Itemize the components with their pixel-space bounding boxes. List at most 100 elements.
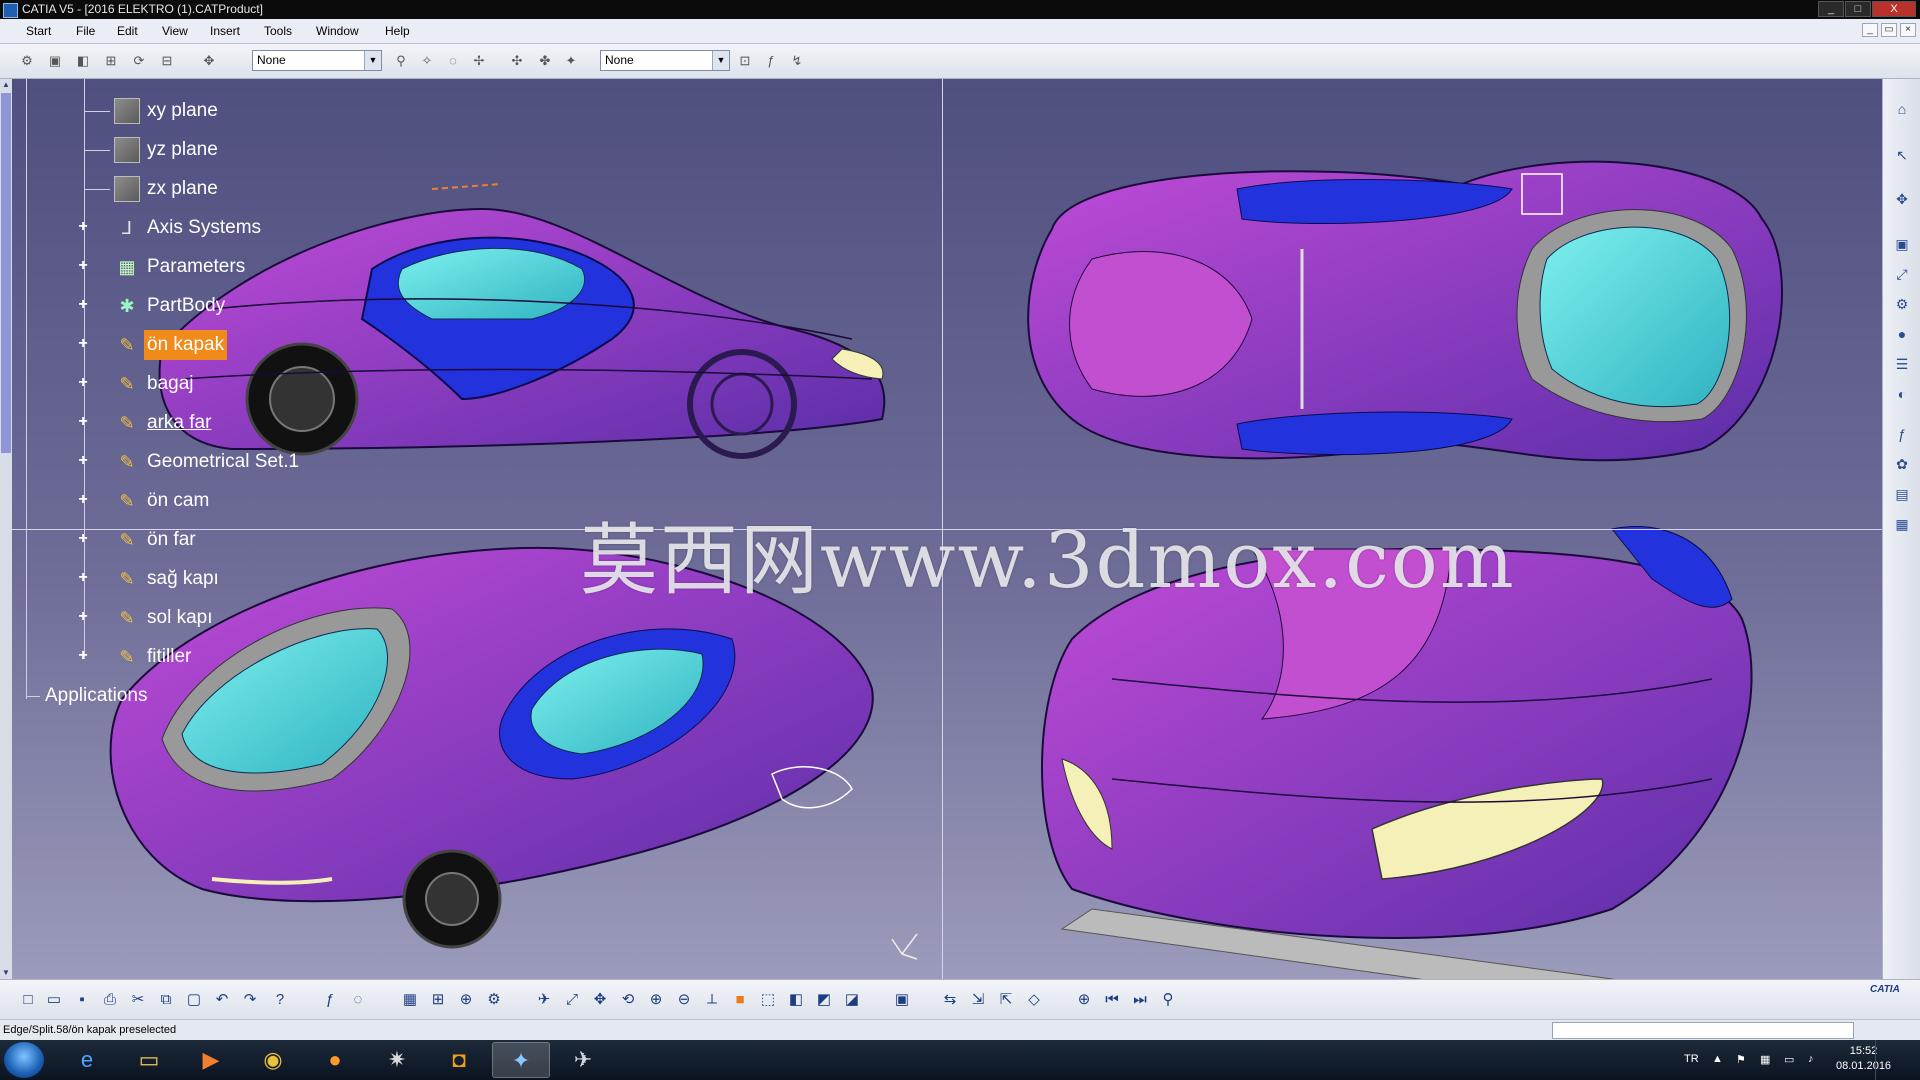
- comment-icon[interactable]: ◌: [348, 990, 368, 1010]
- catia-taskbar-icon[interactable]: ✦: [492, 1042, 550, 1078]
- outlook-icon[interactable]: ◘: [430, 1042, 488, 1078]
- language-indicator[interactable]: TR: [1684, 1053, 1699, 1065]
- copy-icon[interactable]: ⧉: [156, 990, 176, 1010]
- analysis-icon[interactable]: ✧: [418, 52, 436, 70]
- iso-view-icon[interactable]: ⬚: [758, 990, 778, 1010]
- multi-view-icon[interactable]: ■: [730, 990, 750, 1010]
- hide-show-icon[interactable]: ◩: [814, 990, 834, 1010]
- fix-icon[interactable]: ▣: [1892, 234, 1912, 254]
- expand-plus-icon[interactable]: +: [76, 453, 90, 469]
- macro-icon[interactable]: ⊕: [456, 990, 476, 1010]
- snap-icon[interactable]: ⤢: [1892, 264, 1912, 284]
- snap-icon[interactable]: ✣: [508, 52, 526, 70]
- measure-icon[interactable]: ⚲: [392, 52, 410, 70]
- cut-icon[interactable]: ✂: [128, 990, 148, 1010]
- knowledge-icon[interactable]: ƒ: [1892, 424, 1912, 444]
- manipulate-icon[interactable]: ✥: [1892, 189, 1912, 209]
- last-frame-icon[interactable]: ⏭: [1130, 990, 1150, 1010]
- media-player-icon[interactable]: ▶: [182, 1042, 240, 1078]
- firefox-icon[interactable]: ●: [306, 1042, 364, 1078]
- existing-component-icon[interactable]: ⊞: [102, 52, 120, 70]
- target-icon[interactable]: ⊕: [1074, 990, 1094, 1010]
- chrome-icon[interactable]: ◉: [244, 1042, 302, 1078]
- analysis-icon[interactable]: ✿: [1892, 454, 1912, 474]
- workbench-icon[interactable]: ⌂: [1892, 99, 1912, 119]
- 3ds-app-icon[interactable]: ✷: [368, 1042, 426, 1078]
- scroll-down-icon[interactable]: ▼: [0, 967, 12, 979]
- print-icon[interactable]: ⎙: [100, 990, 120, 1010]
- fly-mode-icon[interactable]: ✈: [534, 990, 554, 1010]
- formula-icon[interactable]: ƒ: [320, 990, 340, 1010]
- expand-plus-icon[interactable]: +: [76, 375, 90, 391]
- expand-plus-icon[interactable]: +: [76, 219, 90, 235]
- expand-plus-icon[interactable]: +: [76, 336, 90, 352]
- apply-material-icon[interactable]: ◌: [444, 52, 462, 70]
- zoom-in-icon[interactable]: ⊕: [646, 990, 666, 1010]
- measure-item-icon[interactable]: ⇲: [968, 990, 988, 1010]
- tray-arrow-icon[interactable]: ▲: [1712, 1053, 1723, 1065]
- compass-axis-icon[interactable]: [891, 933, 918, 960]
- command-input[interactable]: [1552, 1022, 1854, 1039]
- rotate-icon[interactable]: ⟲: [618, 990, 638, 1010]
- tree-scrollbar[interactable]: ▲ ▼: [0, 79, 12, 979]
- normal-view-icon[interactable]: ⟂: [702, 990, 722, 1010]
- fit-all-icon[interactable]: ⤢: [562, 990, 582, 1010]
- catia-app-icon[interactable]: [3, 3, 18, 18]
- close-button[interactable]: X: [1872, 1, 1916, 17]
- menu-view[interactable]: View: [162, 24, 188, 38]
- expand-plus-icon[interactable]: +: [76, 648, 90, 664]
- constraint-icon[interactable]: ✢: [470, 52, 488, 70]
- component-icon[interactable]: ▣: [46, 52, 64, 70]
- catalog-icon[interactable]: ⊞: [428, 990, 448, 1010]
- menu-start[interactable]: Start: [20, 24, 57, 38]
- select-icon[interactable]: ↖: [1892, 145, 1912, 165]
- expand-plus-icon[interactable]: +: [76, 414, 90, 430]
- top-view-car[interactable]: [1027, 160, 1783, 462]
- start-button[interactable]: [4, 1042, 44, 1078]
- scroll-up-icon[interactable]: ▲: [0, 79, 12, 91]
- menu-tools[interactable]: Tools: [264, 24, 292, 38]
- menu-window[interactable]: Window: [316, 24, 359, 38]
- minimize-button[interactable]: _: [1818, 1, 1844, 17]
- graph-tree-icon[interactable]: ⊟: [158, 52, 176, 70]
- expand-plus-icon[interactable]: +: [76, 570, 90, 586]
- measure-between-icon[interactable]: ⇆: [940, 990, 960, 1010]
- shading-icon[interactable]: ◧: [786, 990, 806, 1010]
- clash-icon[interactable]: ✦: [562, 52, 580, 70]
- filter-dropdown[interactable]: None ▼: [600, 50, 730, 71]
- save-icon[interactable]: ▪: [72, 990, 92, 1010]
- redo-icon[interactable]: ↷: [240, 990, 260, 1010]
- options-icon[interactable]: ⚙: [484, 990, 504, 1010]
- new-icon[interactable]: □: [18, 990, 38, 1010]
- render-icon[interactable]: ◐: [1892, 384, 1912, 404]
- first-frame-icon[interactable]: ⏮: [1102, 990, 1122, 1010]
- monitor-icon[interactable]: ▭: [1784, 1053, 1794, 1066]
- search-icon[interactable]: ⚲: [1158, 990, 1178, 1010]
- paste-icon[interactable]: ▢: [184, 990, 204, 1010]
- show-desktop-button[interactable]: [1875, 1040, 1920, 1080]
- replace-component-icon[interactable]: ⟳: [130, 52, 148, 70]
- constraint-icon[interactable]: ⚙: [1892, 294, 1912, 314]
- product-icon[interactable]: ⚙: [18, 52, 36, 70]
- mdi-restore-button[interactable]: ▭: [1881, 23, 1897, 37]
- measure-inertia-icon[interactable]: ⇱: [996, 990, 1016, 1010]
- tree-icon[interactable]: ☰: [1892, 354, 1912, 374]
- file-explorer-icon[interactable]: ▭: [120, 1042, 178, 1078]
- color-icon[interactable]: ●: [1892, 324, 1912, 344]
- app-taskbar-icon[interactable]: ✈: [554, 1042, 612, 1078]
- mdi-close-button[interactable]: ×: [1900, 23, 1916, 37]
- expand-plus-icon[interactable]: +: [76, 297, 90, 313]
- flag-icon[interactable]: ⚑: [1736, 1053, 1746, 1066]
- pan-icon[interactable]: ✥: [590, 990, 610, 1010]
- manipulation-icon[interactable]: ✥: [200, 52, 218, 70]
- volume-icon[interactable]: ♪: [1808, 1053, 1814, 1065]
- menu-help[interactable]: Help: [385, 24, 410, 38]
- undo-icon[interactable]: ↶: [212, 990, 232, 1010]
- internet-explorer-icon[interactable]: e: [58, 1042, 116, 1078]
- rule-icon[interactable]: ↯: [788, 52, 806, 70]
- catalog-icon[interactable]: ▤: [1892, 484, 1912, 504]
- part-icon[interactable]: ◧: [74, 52, 92, 70]
- expand-plus-icon[interactable]: +: [76, 492, 90, 508]
- swap-visible-icon[interactable]: ◪: [842, 990, 862, 1010]
- capture-icon[interactable]: ▣: [892, 990, 912, 1010]
